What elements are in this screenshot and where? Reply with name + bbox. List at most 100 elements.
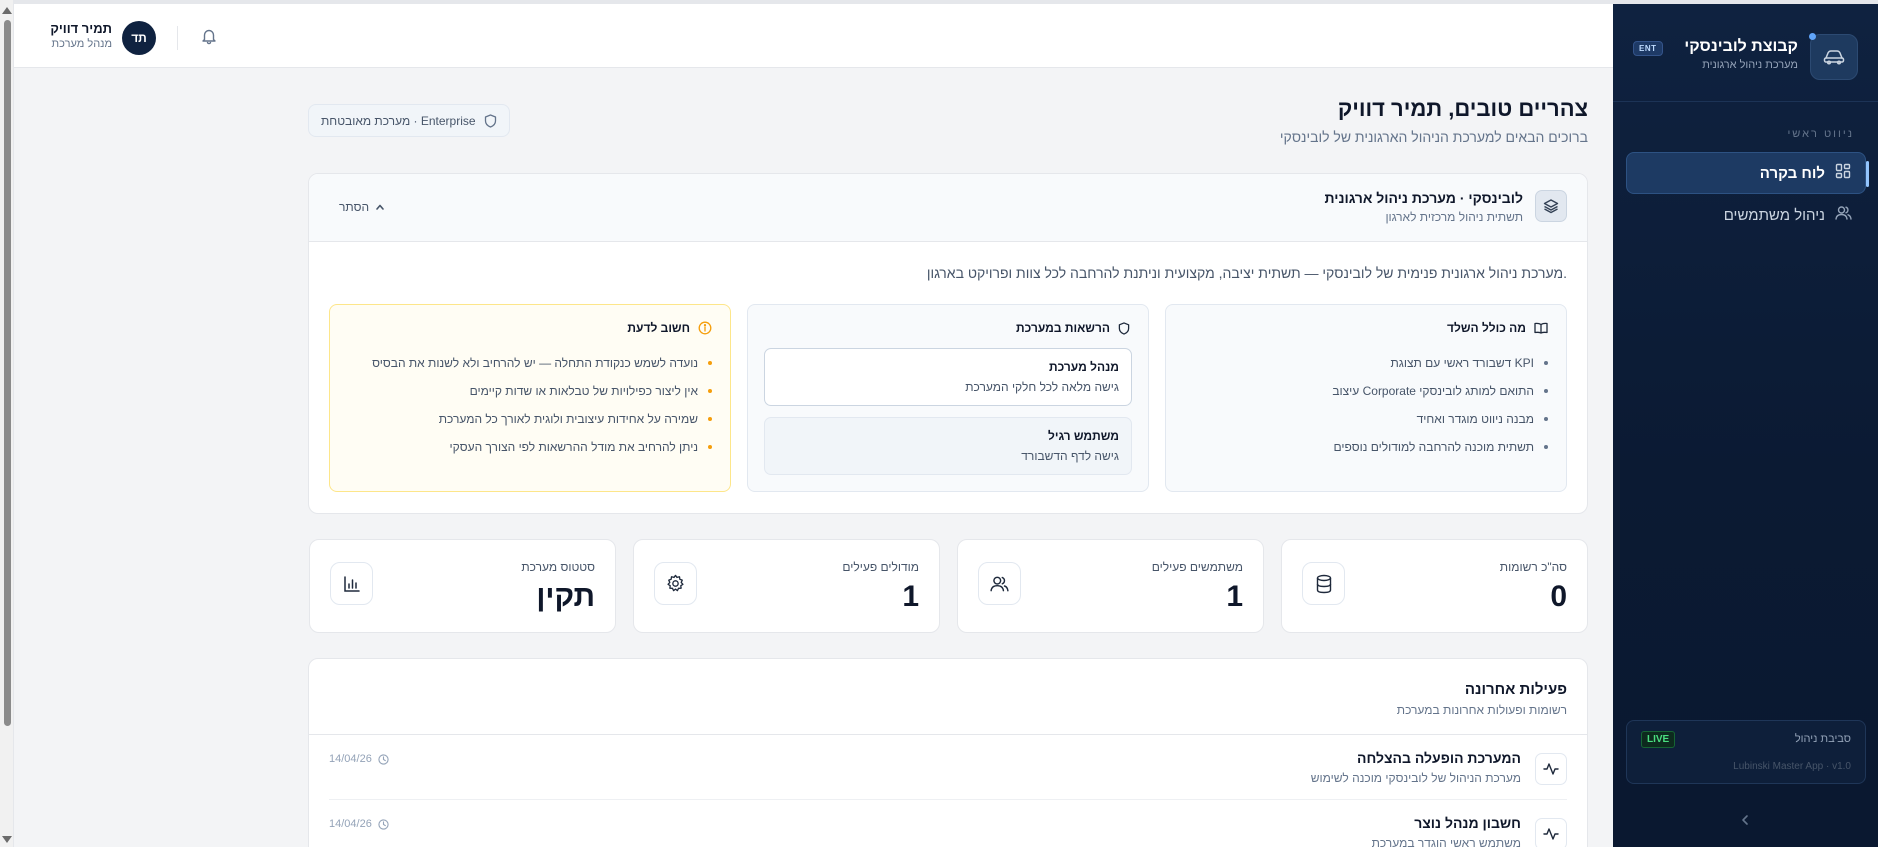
list-item: שמירה על אחידות עיצובית ולוגית לאורך כל … [372, 405, 712, 433]
user-role: מנהל מערכת [51, 38, 112, 50]
system-info-card: לובינסקי · מערכת ניהול ארגונית תשתית ניה… [308, 173, 1588, 514]
list-item-text: שמירה על אחידות עיצובית ולוגית לאורך כל … [438, 412, 698, 426]
includes-heading: מה כולל השלד [1447, 321, 1548, 335]
permissions-title: הרשאות במערכת [1016, 321, 1110, 335]
scrollbar-thumb[interactable] [4, 20, 11, 726]
hide-info-button[interactable]: הסתר [339, 200, 385, 214]
stat-value: 1 [1226, 580, 1243, 613]
nav-heading: ניווט ראשי [1787, 128, 1854, 140]
stat-total-records: סה"כ רשומות 0 [1281, 539, 1588, 633]
bullet [708, 389, 712, 393]
chevron-left-icon [1742, 815, 1748, 825]
layers-icon [1535, 190, 1567, 222]
activity-date-text: 14/04/26 [329, 818, 372, 830]
brand-subtitle: מערכת ניהול ארגונית [1702, 59, 1798, 71]
status-dot [1809, 33, 1816, 40]
role-title: מנהל מערכת [1048, 360, 1119, 374]
users-icon [1835, 205, 1852, 225]
list-item: ניתן להרחיב את מודל ההרשאות לפי הצורך הע… [372, 433, 712, 461]
info-card-title: לובינסקי · מערכת ניהול ארגונית [1324, 190, 1523, 206]
shield-icon [1118, 321, 1130, 335]
stat-label: מודולים פעילים [842, 560, 919, 574]
sidebar-item-dashboard[interactable]: לוח בקרה [1626, 152, 1869, 194]
bullet [1544, 445, 1548, 449]
activity-title-text: חשבון מנהל נוצר [1414, 815, 1521, 831]
includes-title: מה כולל השלד [1447, 321, 1526, 335]
scroll-up-arrow[interactable] [2, 7, 12, 14]
stat-value: 1 [902, 580, 919, 613]
list-item: דשבורד ראשי עם תצוגת KPI [1332, 349, 1548, 377]
gear-icon [654, 562, 697, 605]
activity-date: 14/04/26 [329, 818, 389, 830]
role-card-user: משתמש רגיל גישה לדף הדשבורד [764, 417, 1132, 475]
bullet [1544, 417, 1548, 421]
activity-row[interactable]: חשבון מנהל נוצר משתמש ראשי הוגדר במערכת … [329, 799, 1567, 847]
clock-icon [378, 818, 389, 830]
list-item-text: ניתן להרחיב את מודל ההרשאות לפי הצורך הע… [449, 440, 698, 454]
important-box: חשוב לדעת נועדה לשמש כנקודת התחלה — יש ל… [329, 304, 731, 492]
list-item-text: דשבורד ראשי עם תצוגת KPI [1390, 356, 1534, 370]
stat-system-status: סטטוס מערכת תקין [309, 539, 616, 633]
activity-description: מערכת הניהול של לובינסקי מוכנה לשימוש [1310, 771, 1521, 785]
database-icon [1302, 562, 1345, 605]
activity-date-text: 14/04/26 [329, 753, 372, 765]
bullet [1544, 389, 1548, 393]
info-card-header: לובינסקי · מערכת ניהול ארגונית תשתית ניה… [309, 174, 1587, 242]
activity-pulse-icon [1535, 753, 1567, 785]
sidebar-item-label: לוח בקרה [1759, 164, 1825, 182]
stat-label: סטטוס מערכת [521, 560, 595, 574]
role-description: גישה מלאה לכל חלקי המערכת [965, 380, 1119, 394]
activity-title: פעילות אחרונה [1464, 681, 1567, 698]
sidebar-divider [1613, 101, 1878, 102]
list-item-text: מבנה ניווט מוגדר ואחיד [1416, 412, 1534, 426]
recent-activity-card: פעילות אחרונה רשומות ופעולות אחרונות במע… [308, 658, 1588, 847]
env-title: סביבת ניהול [1794, 733, 1851, 745]
info-description: מערכת ניהול ארגונית פנימית של לובינסקי —… [926, 265, 1567, 281]
top-header: תמיר דוויק מנהל מערכת תד [14, 4, 1613, 68]
scroll-down-arrow[interactable] [2, 836, 12, 843]
info-card-subtitle: תשתית ניהול מרכזית לארגון [1385, 210, 1523, 224]
list-item-text: עיצוב Corporate התואם למותג לובינסקי [1332, 384, 1534, 398]
shield-icon [484, 113, 496, 128]
page-title: צהריים טובים, תמיר דוויק [1337, 96, 1588, 121]
notifications-button[interactable] [200, 27, 218, 50]
stat-label: סה"כ רשומות [1499, 560, 1567, 574]
includes-list: דשבורד ראשי עם תצוגת KPI עיצוב Corporate… [1332, 349, 1548, 461]
sidebar-item-label: ניהול משתמשים [1723, 206, 1825, 224]
clock-icon [378, 753, 389, 765]
list-item-text: תשתית מוכנה להרחבה למודולים נוספים [1333, 440, 1535, 454]
list-item: נועדה לשמש כנקודת התחלה — יש להרחיב ולא … [372, 349, 712, 377]
sidebar-collapse-button[interactable] [1735, 810, 1755, 830]
stat-value: תקין [536, 580, 595, 613]
activity-title-text: המערכת הופעלה בהצלחה [1357, 750, 1521, 766]
list-item-text: אין ליצור כפילויות של טבלאות או שדות קיי… [469, 384, 698, 398]
brand-name: קבוצת לובינסקי [1684, 38, 1798, 55]
sidebar: קבוצת לובינסקי מערכת ניהול ארגונית ENT נ… [1613, 4, 1878, 847]
car-logo-icon [1809, 33, 1858, 80]
important-heading: חשוב לדעת [627, 321, 712, 335]
stat-label: משתמשים פעילים [1151, 560, 1243, 574]
permissions-heading: הרשאות במערכת [1016, 321, 1130, 335]
sidebar-item-users[interactable]: ניהול משתמשים [1626, 194, 1866, 236]
secure-system-badge: מערכת מאובטחת · Enterprise [308, 104, 510, 137]
list-item: מבנה ניווט מוגדר ואחיד [1332, 405, 1548, 433]
bell-icon [202, 29, 216, 45]
activity-row[interactable]: המערכת הופעלה בהצלחה מערכת הניהול של לוב… [329, 735, 1567, 799]
header-divider [177, 26, 178, 50]
list-item: עיצוב Corporate התואם למותג לובינסקי [1332, 377, 1548, 405]
app-version: Lubinski Master App · v1.0 [1733, 761, 1851, 772]
role-title: משתמש רגיל [1047, 429, 1119, 443]
includes-box: מה כולל השלד דשבורד ראשי עם תצוגת KPI עי… [1165, 304, 1567, 492]
page-subtitle: ברוכים הבאים למערכת הניהול הארגונית של ל… [1279, 129, 1588, 145]
dashboard-grid-icon [1835, 163, 1851, 183]
bullet [1544, 361, 1548, 365]
page-scrollbar[interactable] [0, 0, 14, 847]
environment-box: סביבת ניהול LIVE Lubinski Master App · v… [1626, 720, 1866, 784]
bullet [708, 445, 712, 449]
avatar[interactable]: תד [122, 21, 156, 55]
important-list: נועדה לשמש כנקודת התחלה — יש להרחיב ולא … [372, 349, 712, 461]
stat-active-users: משתמשים פעילים 1 [957, 539, 1264, 633]
chevron-up-icon [376, 204, 384, 210]
bullet [708, 361, 712, 365]
bar-chart-icon [330, 562, 373, 605]
